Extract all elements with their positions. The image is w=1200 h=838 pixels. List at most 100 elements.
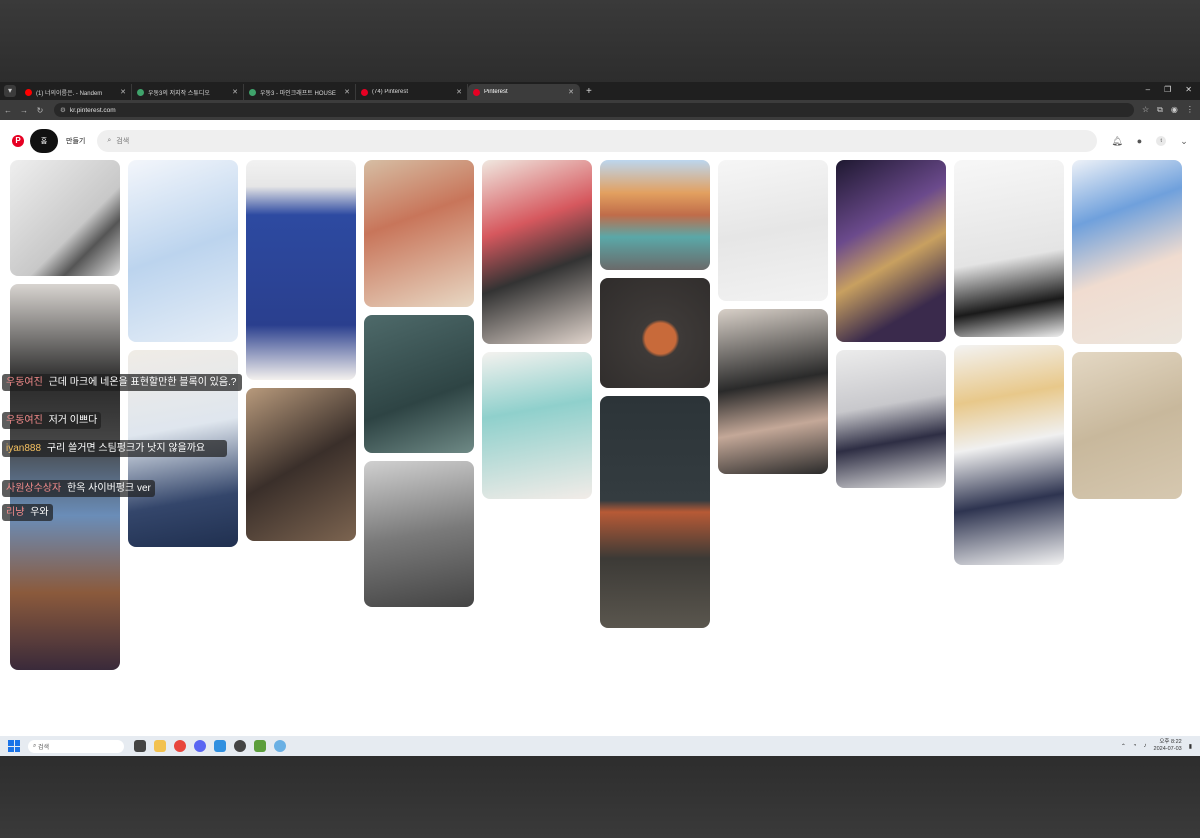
video-frame-top (0, 0, 1200, 82)
maximize-button[interactable]: ❐ (1164, 85, 1171, 94)
site-icon (249, 88, 256, 96)
browser-window: ▾ (1) 너의이름은. - Nandem ✕ 우동3의 저지작 스튜디오 ✕ … (0, 82, 1200, 756)
site-info-icon[interactable]: ⚙ (60, 106, 66, 114)
pin-image[interactable] (1072, 160, 1182, 344)
pin-image[interactable] (600, 160, 710, 270)
chat-username: 사원상수상자 (6, 483, 62, 494)
pin-image[interactable] (10, 284, 120, 670)
tab-title: 우동3의 저지작 스튜디오 (148, 90, 210, 97)
windows-taskbar: ⌕ 검색 ⌃ ◔ ♪ 오후 8:22 2024-07-03 ▮ (0, 736, 1200, 756)
close-icon[interactable]: ✕ (232, 88, 238, 96)
tab-title: Pinterest (484, 89, 508, 95)
pin-image[interactable] (364, 315, 474, 453)
chevron-down-icon[interactable]: ⌄ (1180, 136, 1188, 147)
app-icon[interactable] (274, 740, 286, 752)
avatar[interactable]: t (1156, 136, 1167, 146)
menu-icon[interactable]: ⋮ (1186, 105, 1194, 115)
pinterest-logo-icon[interactable]: P (12, 135, 24, 147)
pin-image[interactable] (1072, 352, 1182, 499)
pin-image[interactable] (482, 352, 592, 499)
app-icon[interactable] (214, 740, 226, 752)
create-button[interactable]: 만들기 (66, 136, 85, 146)
site-icon (137, 88, 144, 96)
profile-icon[interactable]: ◉ (1171, 105, 1178, 115)
search-input[interactable]: ⌕ 검색 (97, 130, 1098, 152)
tab-studio[interactable]: 우동3의 저지작 스튜디오 ✕ (132, 84, 244, 100)
pin-image[interactable] (718, 160, 828, 301)
tab-pinterest[interactable]: Pinterest ✕ (468, 84, 580, 100)
pin-image[interactable] (364, 160, 474, 307)
tab-youtube[interactable]: (1) 너의이름은. - Nandem ✕ (20, 84, 132, 100)
pin-image[interactable] (600, 396, 710, 628)
pinterest-icon (361, 88, 368, 96)
discord-icon[interactable] (194, 740, 206, 752)
task-view-icon[interactable] (134, 740, 146, 752)
chat-text: 우와 (30, 507, 49, 518)
chat-username: 우동여진 (6, 415, 43, 426)
forward-icon[interactable]: → (16, 106, 32, 115)
bookmark-star-icon[interactable]: ☆ (1142, 105, 1149, 115)
clock[interactable]: 오후 8:22 2024-07-03 (1154, 739, 1182, 753)
tab-minecraft[interactable]: 우동3 - 마인크래프트 HOUSE ✕ (244, 84, 356, 100)
chat-message: 우동여진 근데 마크에 네온을 표현할만한 블록이 있음.? (2, 374, 242, 391)
new-tab-button[interactable]: + (586, 86, 592, 97)
tab-pinterest-notifications[interactable]: (74) Pinterest ✕ (356, 84, 468, 100)
address-text: kr.pinterest.com (69, 106, 116, 114)
pinterest-header: P 홈 만들기 ⌕ 검색 🔔︎ ● t ⌄ (0, 120, 1200, 162)
volume-icon[interactable]: ♪ (1144, 743, 1147, 749)
pin-image[interactable] (10, 160, 120, 276)
chevron-up-icon[interactable]: ⌃ (1121, 743, 1126, 750)
chat-text: 구리 쓸거면 스팀펑크가 낫지 않을까요 (46, 443, 206, 454)
pin-image[interactable] (836, 160, 946, 342)
video-frame-bottom (0, 756, 1200, 838)
pin-image[interactable] (954, 160, 1064, 337)
notifications-bell-icon[interactable]: 🔔︎ (1111, 136, 1122, 147)
taskbar-apps (134, 740, 286, 752)
system-tray: ⌃ ◔ ♪ 오후 8:22 2024-07-03 ▮ (1121, 739, 1192, 753)
chat-text: 한옥 사이버펑크 ver (66, 483, 151, 494)
close-icon[interactable]: ✕ (568, 88, 574, 96)
back-icon[interactable]: ← (0, 106, 16, 115)
pin-image[interactable] (718, 309, 828, 474)
home-button[interactable]: 홈 (30, 129, 58, 153)
taskbar-search-placeholder: 검색 (38, 744, 50, 751)
tab-title: (74) Pinterest (372, 89, 409, 95)
notification-icon[interactable]: ▮ (1189, 743, 1192, 750)
close-icon[interactable]: ✕ (344, 88, 350, 96)
reload-icon[interactable]: ↻ (32, 106, 48, 115)
youtube-icon (25, 88, 32, 96)
chrome-icon[interactable] (174, 740, 186, 752)
pin-image[interactable] (364, 461, 474, 607)
minimize-button[interactable]: – (1146, 85, 1150, 94)
wifi-icon[interactable]: ◔ (1133, 743, 1137, 749)
obs-icon[interactable] (234, 740, 246, 752)
windows-start-icon[interactable] (8, 740, 20, 752)
close-icon[interactable]: ✕ (120, 88, 126, 96)
pin-image[interactable] (246, 388, 356, 541)
messages-icon[interactable]: ● (1137, 136, 1142, 146)
chat-message: 리냥 우와 (2, 504, 53, 521)
chat-message: iyan888 구리 쓸거면 스팀펑크가 낫지 않을까요 (2, 440, 227, 457)
chat-text: 저거 이쁘다 (48, 415, 98, 426)
address-bar[interactable]: ⚙ kr.pinterest.com (54, 103, 1134, 117)
pin-image[interactable] (128, 160, 238, 342)
chat-text: 근데 마크에 네온을 표현할만한 블록이 있음.? (48, 377, 237, 388)
minecraft-icon[interactable] (254, 740, 266, 752)
close-window-button[interactable]: ✕ (1185, 85, 1192, 94)
pin-image[interactable] (836, 350, 946, 488)
pin-image[interactable] (482, 160, 592, 344)
file-explorer-icon[interactable] (154, 740, 166, 752)
window-controls: – ❐ ✕ (1146, 85, 1192, 94)
chat-username: iyan888 (6, 443, 42, 454)
pin-image[interactable] (954, 345, 1064, 565)
pin-image[interactable] (600, 278, 710, 388)
pin-image[interactable] (246, 160, 356, 380)
tab-title: (1) 너의이름은. - Nandem (36, 90, 103, 97)
close-icon[interactable]: ✕ (456, 88, 462, 96)
taskbar-search-input[interactable]: ⌕ 검색 (28, 739, 124, 753)
tab-title: 우동3 - 마인크래프트 HOUSE (260, 90, 336, 97)
pinterest-icon (473, 88, 480, 96)
extensions-icon[interactable]: ⧉ (1157, 105, 1163, 115)
date-text: 2024-07-03 (1153, 746, 1182, 752)
tab-search-button[interactable]: ▾ (4, 85, 16, 97)
